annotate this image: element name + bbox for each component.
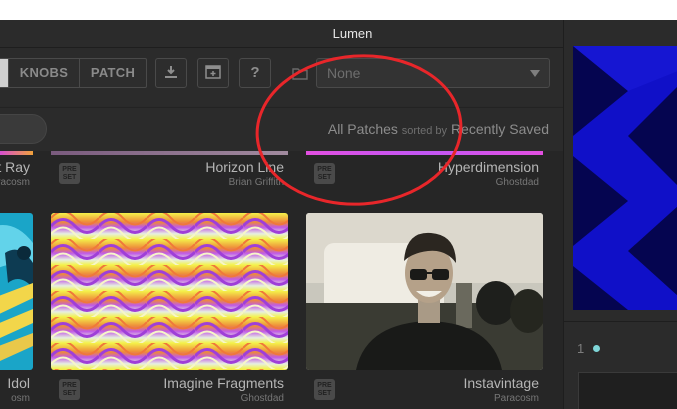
preset-badge: PRE SET [314,379,335,400]
patch-name: t Ray [0,159,30,175]
download-icon [165,66,177,78]
lumen-app-window: Lumen KNOBS PATCH ? None All Patches sor… [0,20,677,409]
patch-name: Idol [7,375,30,391]
patch-author: Brian Griffith [228,177,284,188]
idol-artwork [0,213,33,370]
sort-line: All Patches sorted by Recently Saved [328,121,549,137]
patch-thumbnail-idol[interactable] [0,213,33,370]
preset-badge: PRE SET [59,163,80,184]
imagine-fragments-artwork [51,213,288,370]
instavintage-photo [306,213,543,370]
patch-grid: t Ray aracosm PRESET Horizon Line Brian … [0,151,563,409]
preset-select-value: None [327,65,361,81]
tab-patch[interactable]: PATCH [80,59,146,87]
chevron-down-icon [530,70,540,77]
sorted-by-label: sorted by [401,125,448,137]
download-button[interactable] [155,58,187,88]
sort-order[interactable]: Recently Saved [451,121,549,137]
tab-knobs[interactable]: KNOBS [9,59,79,87]
patch-card-caption[interactable]: PRE SET Hyperdimension Ghostdad [306,159,539,191]
output-side-panel: 1 [563,20,677,409]
patch-card-caption[interactable]: Idol osm [0,375,30,407]
patch-author: Ghostdad [495,177,539,188]
patch-thumbnail-imagine-fragments[interactable] [51,213,288,370]
mode-tabs: KNOBS PATCH [0,58,147,88]
thumbnail-edge [306,151,543,155]
patch-card-caption[interactable]: PRE SET Horizon Line Brian Griffith [51,159,284,191]
filter-bar: All Patches sorted by Recently Saved [0,107,563,151]
thumbnail-edge [51,151,288,155]
patch-card-caption[interactable]: t Ray aracosm [0,159,30,191]
patch-author: Ghostdad [240,393,284,404]
patch-thumbnail-instavintage[interactable] [306,213,543,370]
preset-select[interactable]: None [316,58,550,88]
screen-top-margin [0,0,677,20]
add-window-icon [205,65,221,79]
patch-card-caption[interactable]: PRE SET Instavintage Paracosm [306,375,539,407]
channel-number: 1 [577,341,585,356]
patch-name: Hyperdimension [437,159,539,175]
help-button[interactable]: ? [239,58,271,88]
patch-card-caption[interactable]: PRE SET Imagine Fragments Ghostdad [51,375,284,407]
output-preview [573,46,677,310]
patch-name: Horizon Line [205,159,284,175]
toolbar: KNOBS PATCH ? None [0,48,563,106]
channel-slot[interactable] [578,372,677,409]
channel-indicator-dot[interactable] [593,345,600,352]
title-bar: Lumen [0,20,563,48]
thumbnail-edge [0,151,33,155]
output-preview-artwork [573,46,677,310]
patch-name: Imagine Fragments [163,375,284,391]
patch-name: Instavintage [463,375,540,391]
preset-badge: PRE SET [314,163,335,184]
new-window-button[interactable] [197,58,229,88]
patch-author: osm [11,393,30,404]
patch-author: Paracosm [493,393,539,404]
patch-author: aracosm [0,177,30,188]
patch-scope[interactable]: All Patches [328,121,398,137]
tab-selected[interactable] [0,59,8,87]
folder-icon[interactable] [292,67,308,80]
search-input[interactable] [0,114,47,144]
preset-badge: PRE SET [59,379,80,400]
